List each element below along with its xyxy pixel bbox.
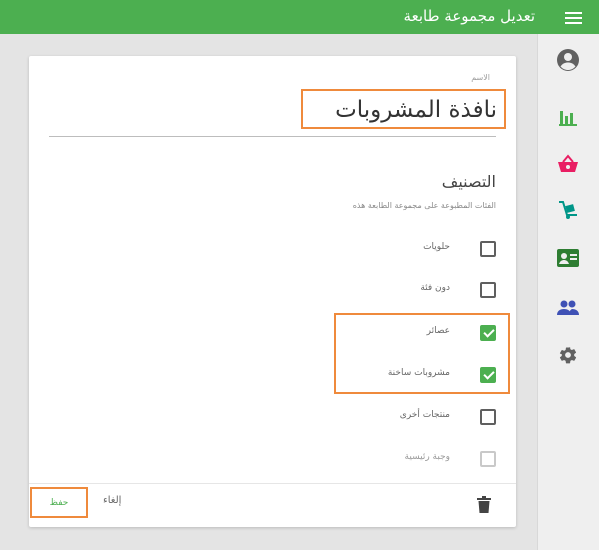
contact-card-icon[interactable] (556, 246, 580, 270)
edit-printer-group-card: الاسم نافذة المشروبات التصنيف الفئات الم… (29, 56, 516, 527)
name-input-underline (49, 136, 496, 137)
page-title: تعديل مجموعة طابعة (403, 7, 535, 25)
cancel-button[interactable]: إلغاء (103, 495, 121, 506)
people-icon[interactable] (556, 296, 580, 320)
category-checkbox-checked[interactable] (480, 367, 496, 383)
name-input[interactable]: نافذة المشروبات (301, 89, 506, 129)
category-checkbox-disabled (480, 451, 496, 467)
footer-divider (29, 483, 516, 484)
category-item-sweets[interactable]: حلويات (296, 239, 496, 263)
category-section-title: التصنيف (441, 172, 496, 191)
category-item-hot-drinks[interactable]: مشروبات ساخنة (296, 365, 496, 389)
settings-gear-icon[interactable] (556, 343, 580, 367)
category-checkbox[interactable] (480, 241, 496, 257)
trash-icon[interactable] (477, 496, 491, 517)
category-item-main-meal: وجبة رئيسية (296, 449, 496, 473)
name-field-label: الاسم (471, 73, 490, 82)
category-label: مشروبات ساخنة (387, 368, 450, 378)
app-bar: تعديل مجموعة طابعة (0, 0, 599, 34)
category-item-other-products[interactable]: منتجات أخرى (296, 407, 496, 431)
menu-icon[interactable] (565, 12, 582, 24)
category-checkbox-checked[interactable] (480, 325, 496, 341)
bar-chart-icon[interactable] (556, 106, 580, 130)
category-item-uncategorized[interactable]: دون فئة (296, 280, 496, 304)
category-label: حلويات (423, 242, 450, 252)
account-circle-icon[interactable] (556, 48, 580, 72)
hand-truck-icon[interactable] (556, 198, 580, 222)
category-checkbox[interactable] (480, 282, 496, 298)
category-item-juices[interactable]: عصائر (296, 323, 496, 347)
category-label: منتجات أخرى (399, 410, 450, 420)
category-checkbox[interactable] (480, 409, 496, 425)
category-label: دون فئة (420, 283, 450, 293)
save-button[interactable]: حفظ (30, 487, 88, 518)
category-section-subtitle: الفئات المطبوعة على مجموعة الطابعة هذه (352, 201, 496, 210)
navigation-rail (537, 34, 599, 550)
category-label: وجبة رئيسية (404, 452, 450, 462)
category-label: عصائر (426, 326, 450, 336)
shopping-basket-icon[interactable] (556, 152, 580, 176)
